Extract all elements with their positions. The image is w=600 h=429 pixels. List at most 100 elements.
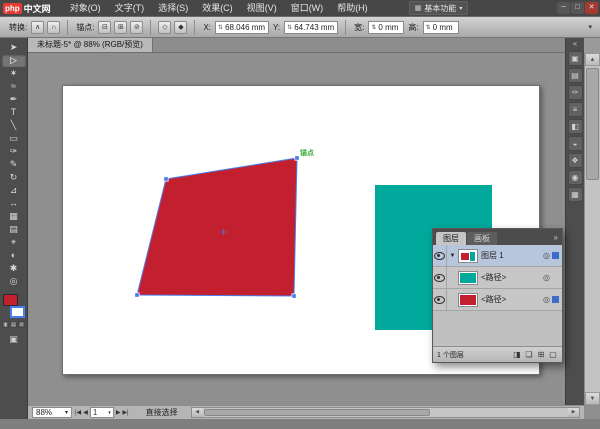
none-button[interactable]: ⊘ — [18, 321, 25, 328]
vertical-scroll-thumb[interactable] — [586, 68, 599, 180]
remove-anchor-button[interactable]: ⊟ — [98, 21, 111, 34]
visibility-toggle[interactable] — [433, 245, 447, 266]
tab-artboards[interactable]: 画板 — [467, 232, 497, 245]
artboard-number-select[interactable]: 1 ▾ — [90, 407, 114, 418]
scroll-down-icon[interactable]: ▼ — [585, 392, 600, 405]
collapse-panel-icon[interactable]: » — [550, 233, 562, 242]
symbols-panel-icon[interactable]: ❖ — [568, 153, 583, 168]
zoom-level-select[interactable]: 88% ▾ — [32, 407, 72, 418]
layer-name[interactable]: 图层 1 — [481, 250, 543, 261]
red-path[interactable] — [137, 158, 297, 296]
swatches-panel-icon[interactable]: ▤ — [568, 68, 583, 83]
type-tool[interactable]: T — [2, 106, 26, 119]
maximize-button[interactable]: □ — [571, 2, 584, 14]
clipping-mask-button[interactable]: ◨ — [512, 350, 522, 359]
x-input[interactable]: ⇅ 68.046 mm — [215, 21, 269, 34]
target-icon[interactable]: ◎ — [543, 273, 550, 282]
menu-object[interactable]: 对象(O) — [63, 0, 108, 16]
selection-tool[interactable]: ➤ — [2, 41, 26, 54]
y-input[interactable]: ⇅ 64.743 mm — [284, 21, 338, 34]
fill-swatch[interactable] — [3, 294, 18, 306]
rotate-tool[interactable]: ↻ — [2, 171, 26, 184]
layer-row[interactable]: ▼ 图层 1 ◎ — [433, 245, 562, 267]
zoom-icon: ◎ — [10, 275, 18, 288]
new-layer-button[interactable]: ⊞ — [536, 350, 546, 359]
scroll-left-icon[interactable]: ◀ — [192, 408, 203, 417]
horizontal-scrollbar[interactable]: ◀ ▶ — [191, 407, 580, 418]
convert-smooth-button[interactable]: ∩ — [47, 21, 60, 34]
width-tool[interactable]: ↔ — [2, 197, 26, 210]
stroke-swatch[interactable] — [10, 306, 25, 318]
expand-dock-icon[interactable]: « — [573, 38, 577, 49]
brushes-panel-icon[interactable]: ✑ — [568, 85, 583, 100]
menu-window[interactable]: 窗口(W) — [284, 0, 331, 16]
workspace-switcher[interactable]: ▦ 基本功能 ▾ — [409, 1, 469, 15]
zoom-tool[interactable]: ◎ — [2, 275, 26, 288]
paintbrush-tool[interactable]: ✑ — [2, 145, 26, 158]
path-row[interactable]: <路径> ◎ — [433, 289, 562, 311]
delete-layer-button[interactable]: ▢ — [548, 350, 558, 359]
gradient-button[interactable]: ▤ — [10, 321, 17, 328]
panel-menu-icon[interactable]: ▾ — [588, 23, 592, 31]
gradient-panel-icon[interactable]: ◧ — [568, 119, 583, 134]
horizontal-scroll-thumb[interactable] — [204, 409, 431, 416]
path-name[interactable]: <路径> — [481, 294, 543, 305]
spinner-icon[interactable]: ⇅ — [287, 24, 292, 31]
menu-type[interactable]: 文字(T) — [108, 0, 152, 16]
menu-help[interactable]: 帮助(H) — [330, 0, 375, 16]
rectangle-tool[interactable]: ▭ — [2, 132, 26, 145]
next-artboard-button[interactable]: ▶ — [116, 409, 121, 416]
magic-wand-tool[interactable]: ✶ — [2, 67, 26, 80]
menu-view[interactable]: 视图(V) — [240, 0, 284, 16]
path-row[interactable]: <路径> ◎ — [433, 267, 562, 289]
width-input[interactable]: ⇅ 0 mm — [368, 21, 404, 34]
spinner-icon[interactable]: ⇅ — [218, 24, 223, 31]
last-artboard-button[interactable]: ▶| — [122, 409, 128, 416]
show-handles-button[interactable]: ◇ — [158, 21, 171, 34]
eyedropper-tool[interactable]: ⌖ — [2, 236, 26, 249]
pen-tool[interactable]: ✒ — [2, 93, 26, 106]
visibility-toggle[interactable] — [433, 267, 447, 288]
target-icon[interactable]: ◎ — [543, 251, 550, 260]
gradient-tool[interactable]: ▤ — [2, 223, 26, 236]
smart-guide-label: 锚点 — [300, 148, 314, 158]
path-name[interactable]: <路径> — [481, 272, 543, 283]
cut-path-button[interactable]: ⊘ — [130, 21, 143, 34]
tab-layers[interactable]: 图层 — [436, 232, 466, 245]
transparency-panel-icon[interactable]: ◒ — [568, 136, 583, 151]
color-button[interactable]: ▮ — [2, 321, 9, 328]
scroll-up-icon[interactable]: ▲ — [585, 53, 600, 66]
add-anchor-button[interactable]: ⊞ — [114, 21, 127, 34]
color-panel-icon[interactable]: ▣ — [568, 51, 583, 66]
lasso-tool[interactable]: ≈ — [2, 80, 26, 93]
expand-triangle-icon[interactable]: ▼ — [447, 253, 458, 259]
height-input[interactable]: ⇅ 0 mm — [423, 21, 459, 34]
scale-tool[interactable]: ⊿ — [2, 184, 26, 197]
blend-tool[interactable]: ◐ — [2, 249, 26, 262]
spinner-icon[interactable]: ⇅ — [371, 24, 376, 31]
free-transform-tool[interactable]: ▦ — [2, 210, 26, 223]
target-icon[interactable]: ◎ — [543, 295, 550, 304]
pencil-tool[interactable]: ✎ — [2, 158, 26, 171]
direct-selection-tool[interactable]: ▷ — [2, 54, 26, 67]
appearance-panel-icon[interactable]: ◉ — [568, 170, 583, 185]
previous-artboard-button[interactable]: ◀ — [83, 409, 88, 416]
visibility-toggle[interactable] — [433, 289, 447, 310]
hand-tool[interactable]: ✱ — [2, 262, 26, 275]
first-artboard-button[interactable]: |◀ — [75, 409, 81, 416]
stroke-panel-icon[interactable]: ≡ — [568, 102, 583, 117]
close-button[interactable]: ✕ — [585, 2, 598, 14]
menu-effect[interactable]: 效果(C) — [195, 0, 240, 16]
convert-corner-button[interactable]: ∧ — [31, 21, 44, 34]
minimize-button[interactable]: ─ — [557, 2, 570, 14]
screen-mode-button[interactable]: ▣ — [9, 334, 18, 345]
vertical-scrollbar[interactable]: ▲ ▼ — [584, 53, 600, 405]
spinner-icon[interactable]: ⇅ — [426, 24, 431, 31]
menu-select[interactable]: 选择(S) — [151, 0, 195, 16]
scroll-right-icon[interactable]: ▶ — [568, 408, 579, 417]
line-tool[interactable]: ╲ — [2, 119, 26, 132]
new-sublayer-button[interactable]: ❏ — [524, 350, 534, 359]
graphic-styles-panel-icon[interactable]: ▦ — [568, 187, 583, 202]
document-tab[interactable]: 未标题-5* @ 88% (RGB/预览) — [28, 38, 153, 52]
hide-handles-button[interactable]: ◆ — [174, 21, 187, 34]
